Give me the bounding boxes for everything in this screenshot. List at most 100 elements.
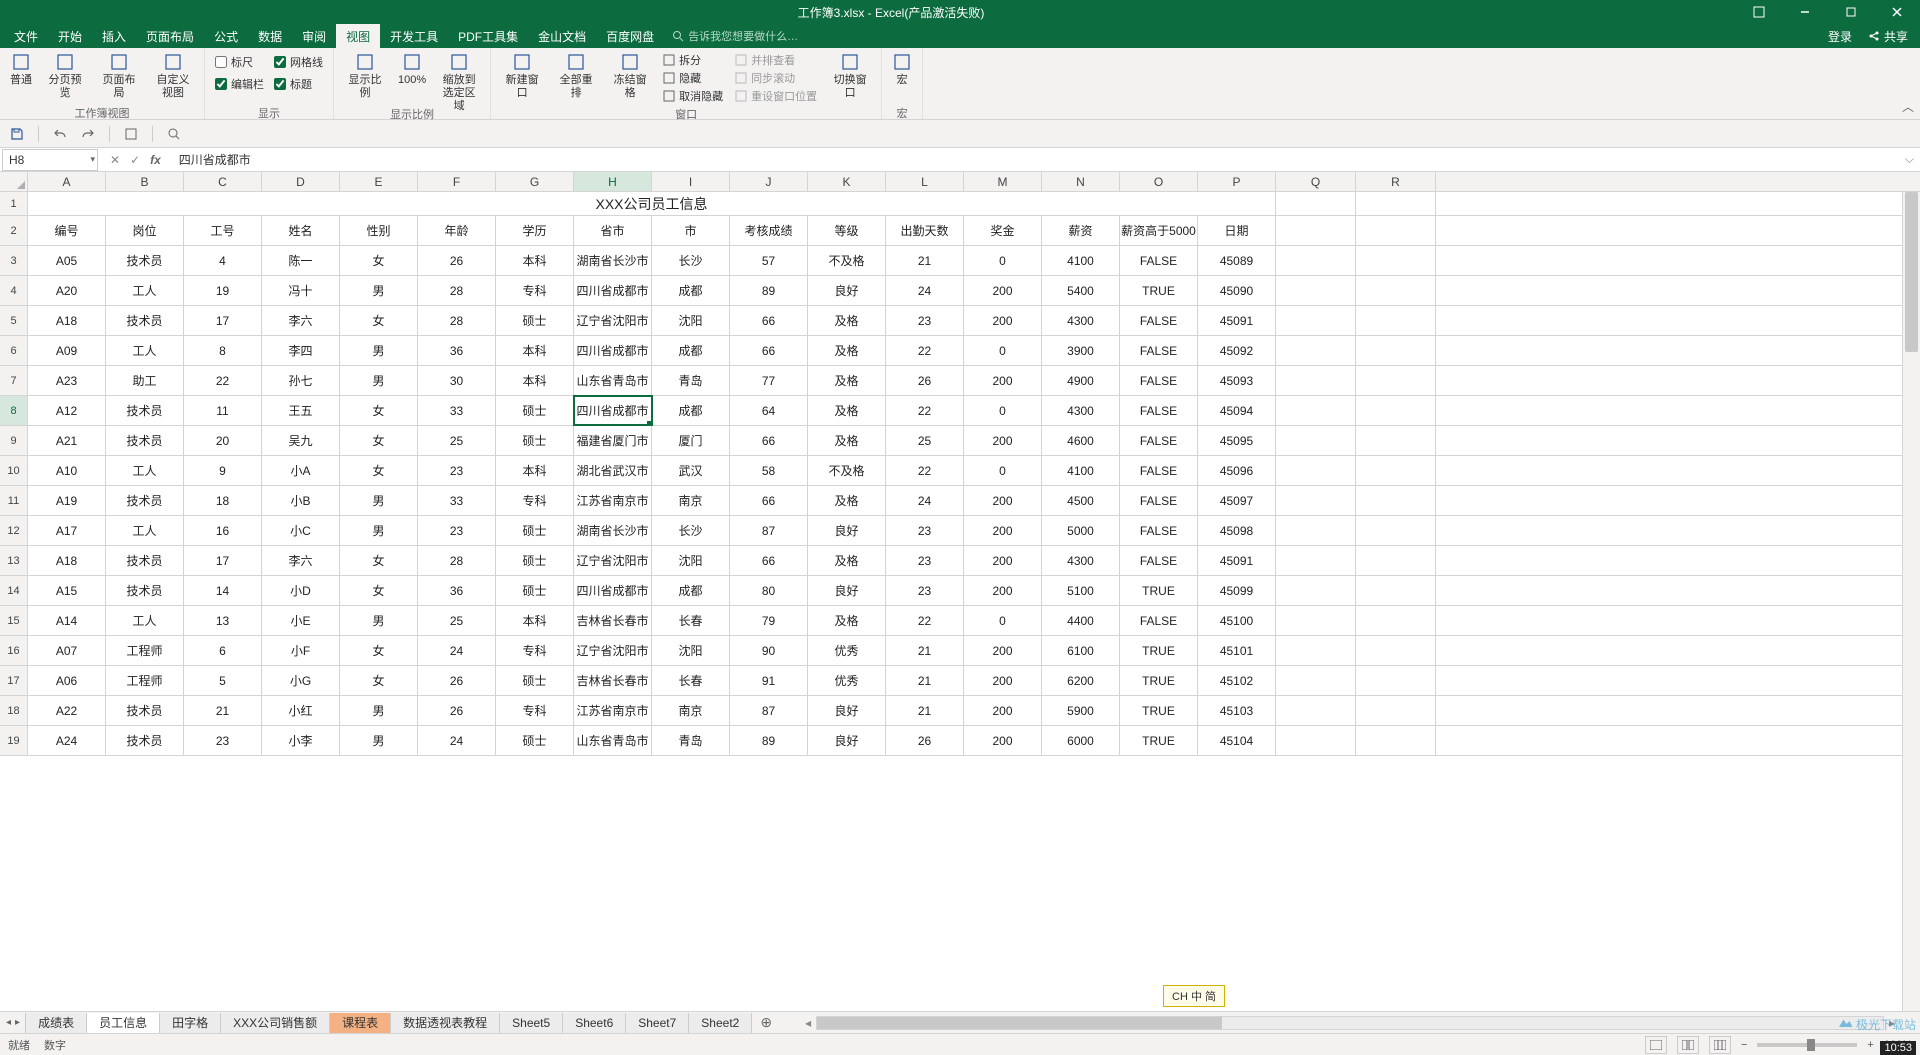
cancel-formula-icon[interactable]: ✕ — [110, 153, 120, 167]
cell[interactable]: FALSE — [1120, 606, 1198, 635]
rbtn-win2-0[interactable]: 切换窗口 — [823, 50, 877, 102]
cell[interactable]: 58 — [730, 456, 808, 485]
cell[interactable]: 45089 — [1198, 246, 1276, 275]
cell[interactable]: 22 — [886, 396, 964, 425]
cell[interactable]: 25 — [886, 426, 964, 455]
cell[interactable]: 硕士 — [496, 546, 574, 575]
cell[interactable]: 及格 — [808, 306, 886, 335]
cell[interactable]: A20 — [28, 276, 106, 305]
cell[interactable]: 45097 — [1198, 486, 1276, 515]
cell[interactable]: 及格 — [808, 426, 886, 455]
cell[interactable]: 硕士 — [496, 306, 574, 335]
cell[interactable]: 66 — [730, 306, 808, 335]
col-header-K[interactable]: K — [808, 172, 886, 191]
cell[interactable]: 8 — [184, 336, 262, 365]
cell[interactable]: A10 — [28, 456, 106, 485]
cell[interactable]: 辽宁省沈阳市 — [574, 636, 652, 665]
expand-formula-bar-icon[interactable]: ⌵ — [1899, 152, 1920, 167]
cell[interactable] — [1276, 276, 1356, 305]
cell[interactable]: A22 — [28, 696, 106, 725]
cell[interactable] — [1356, 426, 1436, 455]
col-header-G[interactable]: G — [496, 172, 574, 191]
cell[interactable]: 0 — [964, 456, 1042, 485]
cell[interactable] — [1276, 306, 1356, 335]
cell[interactable] — [1356, 456, 1436, 485]
col-header-P[interactable]: P — [1198, 172, 1276, 191]
cell[interactable]: TRUE — [1120, 696, 1198, 725]
cell[interactable]: 200 — [964, 546, 1042, 575]
cell[interactable]: 出勤天数 — [886, 216, 964, 245]
menu-tab-10[interactable]: 金山文档 — [528, 24, 596, 48]
cell[interactable]: 89 — [730, 726, 808, 755]
cell[interactable]: 6 — [184, 636, 262, 665]
col-header-I[interactable]: I — [652, 172, 730, 191]
cell[interactable]: 28 — [418, 306, 496, 335]
cell[interactable]: 小A — [262, 456, 340, 485]
cell[interactable]: A17 — [28, 516, 106, 545]
menu-tab-4[interactable]: 公式 — [204, 24, 248, 48]
row-header-2[interactable]: 2 — [0, 216, 28, 245]
cell[interactable]: 女 — [340, 456, 418, 485]
cell[interactable] — [1276, 696, 1356, 725]
cell[interactable] — [1276, 546, 1356, 575]
cell[interactable]: 湖南省长沙市 — [574, 516, 652, 545]
menu-tab-8[interactable]: 开发工具 — [380, 24, 448, 48]
ribbon-display-options-icon[interactable] — [1736, 0, 1782, 24]
menu-tab-0[interactable]: 文件 — [4, 24, 48, 48]
cell[interactable]: 良好 — [808, 276, 886, 305]
cell[interactable] — [1276, 336, 1356, 365]
cell[interactable]: 专科 — [496, 636, 574, 665]
cell[interactable]: 硕士 — [496, 396, 574, 425]
cell[interactable]: 36 — [418, 336, 496, 365]
cell[interactable]: FALSE — [1120, 516, 1198, 545]
cell[interactable]: 33 — [418, 486, 496, 515]
sheet-tab-3[interactable]: XXX公司销售额 — [220, 1013, 330, 1033]
cell[interactable]: 45101 — [1198, 636, 1276, 665]
cell[interactable]: 23 — [184, 726, 262, 755]
cell[interactable]: 李六 — [262, 546, 340, 575]
col-header-B[interactable]: B — [106, 172, 184, 191]
cell[interactable] — [1276, 192, 1356, 215]
cell[interactable]: 26 — [886, 366, 964, 395]
redo-icon[interactable] — [81, 127, 95, 141]
cell[interactable] — [1356, 396, 1436, 425]
cell[interactable]: 男 — [340, 336, 418, 365]
cell[interactable]: 17 — [184, 546, 262, 575]
col-header-H[interactable]: H — [574, 172, 652, 191]
menu-tab-7[interactable]: 视图 — [336, 24, 380, 48]
cell[interactable]: 及格 — [808, 366, 886, 395]
cell[interactable]: FALSE — [1120, 546, 1198, 575]
cell[interactable] — [1276, 576, 1356, 605]
cell[interactable]: 45103 — [1198, 696, 1276, 725]
cell[interactable]: 技术员 — [106, 696, 184, 725]
row-header-9[interactable]: 9 — [0, 426, 28, 455]
cell[interactable] — [1356, 246, 1436, 275]
cell[interactable]: 硕士 — [496, 726, 574, 755]
ribbon-check-1[interactable]: 编辑栏 — [215, 76, 264, 92]
rbtn-winsub2-0[interactable]: 并排查看 — [735, 52, 817, 68]
cell[interactable]: 女 — [340, 546, 418, 575]
cell[interactable]: 26 — [418, 696, 496, 725]
zoom-out-button[interactable]: − — [1741, 1039, 1747, 1051]
col-header-A[interactable]: A — [28, 172, 106, 191]
cell[interactable]: 66 — [730, 336, 808, 365]
rbtn-zoom-0[interactable]: 显示比例 — [338, 50, 392, 102]
name-box[interactable]: H8▾ — [2, 149, 98, 171]
cell[interactable]: 工人 — [106, 276, 184, 305]
cell[interactable]: 5400 — [1042, 276, 1120, 305]
cell[interactable]: 小C — [262, 516, 340, 545]
cell[interactable]: 南京 — [652, 696, 730, 725]
cell[interactable]: 四川省成都市 — [574, 276, 652, 305]
cell[interactable]: 16 — [184, 516, 262, 545]
cell[interactable]: 25 — [418, 606, 496, 635]
cell[interactable]: 57 — [730, 246, 808, 275]
view-normal-icon[interactable] — [1645, 1036, 1667, 1054]
row-header-6[interactable]: 6 — [0, 336, 28, 365]
cell[interactable]: A15 — [28, 576, 106, 605]
cell[interactable]: FALSE — [1120, 366, 1198, 395]
cell[interactable]: 200 — [964, 726, 1042, 755]
cell[interactable]: 长春 — [652, 606, 730, 635]
cell[interactable]: TRUE — [1120, 726, 1198, 755]
cell[interactable]: 及格 — [808, 336, 886, 365]
cell[interactable]: 21 — [886, 666, 964, 695]
